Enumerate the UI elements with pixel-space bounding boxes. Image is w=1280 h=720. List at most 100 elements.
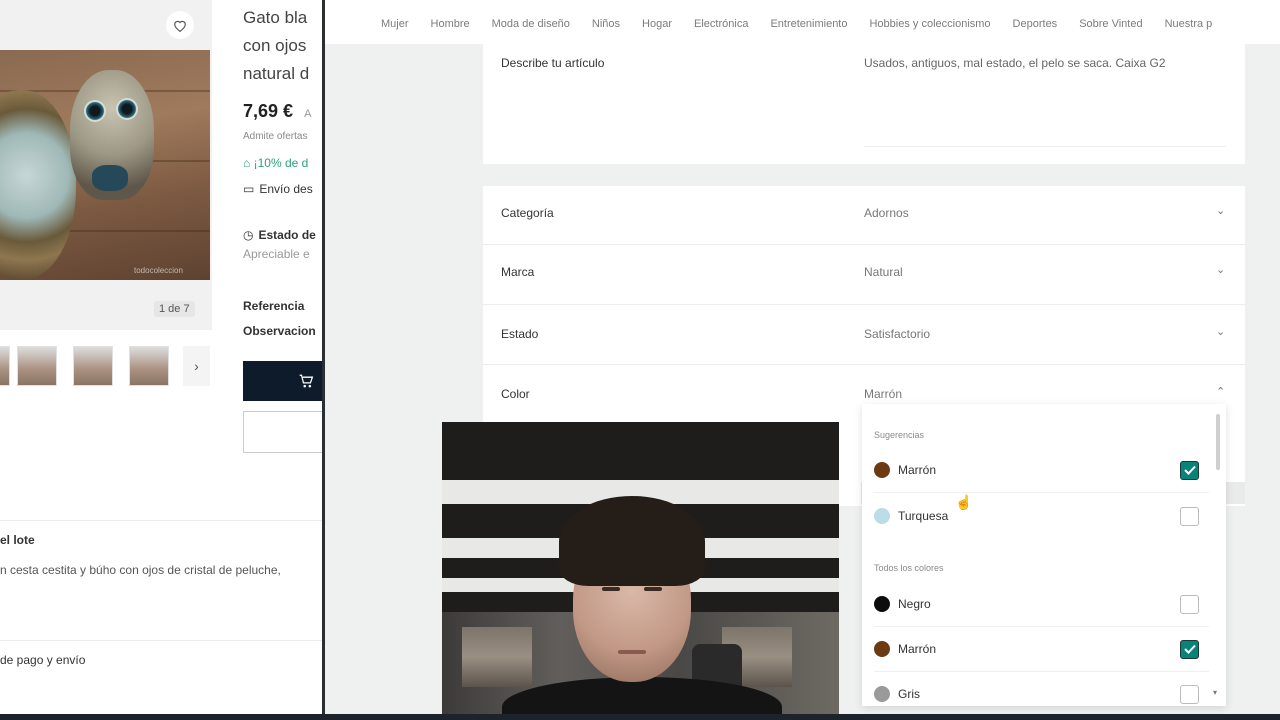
checkbox-checked[interactable] (1180, 460, 1199, 480)
brand-select[interactable]: Marca Natural ⌄ (483, 245, 1245, 303)
discount-label: ¡10% de d (253, 156, 309, 170)
webcam-overlay (442, 422, 839, 720)
nav-item[interactable]: Hombre (431, 18, 470, 30)
checkbox-unchecked[interactable] (1180, 506, 1199, 526)
nav-item[interactable]: Hobbies y coleccionismo (869, 18, 990, 30)
mouse-cursor-icon: ☝ (955, 494, 973, 510)
owl-eye (84, 100, 106, 122)
person-mouth (618, 650, 646, 654)
category-value: Adornos (864, 206, 909, 220)
observations-label: Observacion (243, 324, 316, 338)
color-swatch (874, 508, 890, 524)
color-option-label: Negro (898, 597, 931, 611)
color-option-gris[interactable]: Gris (862, 672, 1212, 706)
nav-item[interactable]: Electrónica (694, 18, 748, 30)
check-icon (1183, 465, 1196, 475)
textarea-underline (864, 146, 1226, 147)
describe-label: Describe tu artículo (501, 56, 605, 70)
color-option-marron[interactable]: Marrón (862, 627, 1212, 671)
nav-list: Mujer Hombre Moda de diseño Niños Hogar … (381, 18, 1234, 30)
add-to-cart-button[interactable] (243, 361, 328, 401)
condition-select[interactable]: Estado Satisfactorio ⌄ (483, 305, 1245, 363)
thumbnail[interactable] (0, 346, 10, 386)
favorite-button[interactable] (166, 11, 194, 39)
secondary-action-button[interactable] (243, 411, 328, 453)
color-label: Color (501, 387, 530, 401)
ceiling-beam (442, 422, 839, 482)
checkbox-unchecked[interactable] (1180, 684, 1199, 704)
color-swatch (874, 641, 890, 657)
checkbox-checked[interactable] (1180, 639, 1199, 659)
lot-title: el lote (0, 533, 35, 547)
condition-label: Estado (501, 327, 539, 341)
chevron-right-icon: › (194, 358, 199, 374)
describe-textarea[interactable]: Usados, antiguos, mal estado, el pelo se… (864, 56, 1166, 70)
nav-item[interactable]: Deportes (1013, 18, 1058, 30)
color-option-label: Marrón (898, 642, 937, 656)
nav-item[interactable]: Entretenimiento (770, 18, 847, 30)
divider (874, 492, 1209, 493)
reference-label: Referencia (243, 299, 305, 313)
nav-item[interactable]: Moda de diseño (492, 18, 570, 30)
person-eye (602, 587, 620, 591)
thumbnail-next-button[interactable]: › (183, 346, 210, 386)
category-label: Categoría (501, 206, 554, 220)
owl-eye (116, 98, 138, 120)
check-icon (1183, 644, 1196, 654)
taskbar-strip (0, 714, 1280, 720)
payment-shipping-link[interactable]: de pago y envío (0, 653, 85, 667)
product-page-window: todocoleccion 1 de 7 › Gato bla con ojos… (0, 0, 330, 714)
lot-description: n cesta cestita y búho con ojos de crist… (0, 563, 281, 577)
product-price: 7,69 € A (243, 101, 311, 122)
image-counter: 1 de 7 (154, 301, 195, 317)
price-suffix: A (304, 108, 312, 120)
top-navigation: Mujer Hombre Moda de diseño Niños Hogar … (325, 0, 1280, 44)
chevron-down-icon: ⌄ (1216, 264, 1226, 276)
category-select[interactable]: Categoría Adornos ⌄ (483, 186, 1245, 244)
color-option-marron-suggested[interactable]: Marrón (862, 448, 1212, 492)
thumbnail[interactable] (17, 346, 57, 386)
color-option-label: Turquesa (898, 509, 949, 523)
condition-value: Satisfactorio (864, 327, 931, 341)
thumbnail-strip: › (0, 346, 212, 386)
nav-item[interactable]: Nuestra p (1165, 18, 1213, 30)
checkbox-unchecked[interactable] (1180, 594, 1199, 614)
room-shelf (462, 627, 532, 687)
color-option-negro[interactable]: Negro (862, 582, 1212, 626)
nav-item[interactable]: Hogar (642, 18, 672, 30)
color-value: Marrón (864, 387, 903, 401)
all-colors-heading: Todos los colores (874, 563, 944, 573)
discount-text: ⌂ ¡10% de d (243, 156, 308, 170)
person-eye (644, 587, 662, 591)
product-main-photo[interactable]: todocoleccion (0, 50, 210, 280)
color-swatch (874, 462, 890, 478)
thumbnail[interactable] (129, 346, 169, 386)
price-value: 7,69 € (243, 101, 294, 121)
photo-owl-feet (92, 165, 128, 191)
scroll-down-arrow-icon[interactable]: ▾ (1213, 688, 1217, 697)
color-dropdown: Sugerencias Marrón Turquesa Todos los co… (862, 404, 1226, 706)
condition-value: Apreciable e (243, 247, 310, 261)
color-option-label: Gris (898, 687, 920, 701)
truck-icon: ▭ (243, 182, 255, 196)
condition-row: ◷ Estado de (243, 228, 316, 242)
shipping-row: ▭ Envío des (243, 182, 313, 196)
photo-watermark: todocoleccion (134, 266, 183, 275)
product-gallery: todocoleccion 1 de 7 (0, 0, 212, 330)
tag-icon: ⌂ (243, 156, 251, 170)
thumbnail[interactable] (73, 346, 113, 386)
nav-item[interactable]: Sobre Vinted (1079, 18, 1142, 30)
suggestions-heading: Sugerencias (874, 430, 925, 440)
color-swatch (874, 686, 890, 702)
nav-item[interactable]: Mujer (381, 18, 409, 30)
nav-item[interactable]: Niños (592, 18, 620, 30)
brand-label: Marca (501, 265, 535, 279)
offers-text: Admite ofertas (243, 131, 308, 142)
chevron-down-icon: ⌄ (1216, 205, 1226, 217)
condition-label: Estado de (258, 228, 316, 242)
chevron-up-icon: ⌃ (1216, 386, 1226, 398)
photo-basket-cat (0, 90, 76, 280)
clock-icon: ◷ (243, 228, 254, 242)
dropdown-scrollbar[interactable] (1216, 414, 1220, 470)
color-option-turquesa[interactable]: Turquesa (862, 494, 1212, 538)
